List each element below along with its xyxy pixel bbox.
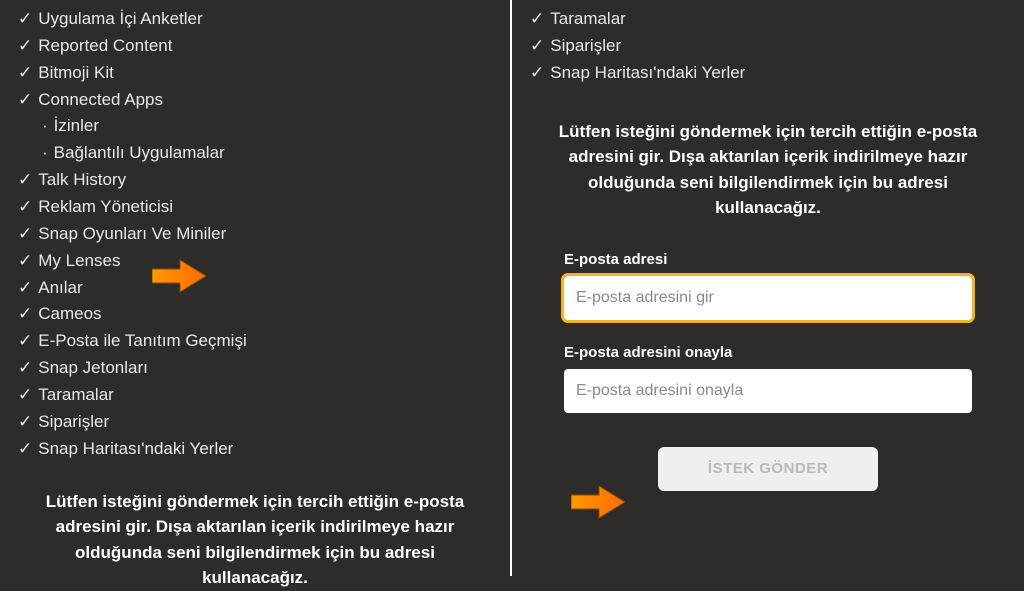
check-icon: ✓	[18, 355, 32, 382]
list-item: ✓Snap Jetonları	[18, 355, 492, 382]
list-item-label: Snap Jetonları	[38, 355, 148, 382]
list-item-label: Connected Apps	[38, 87, 163, 114]
email-field-group: E-posta adresi	[530, 251, 1006, 320]
bullet-icon: ·	[42, 116, 48, 135]
check-icon: ✓	[18, 221, 32, 248]
check-icon: ✓	[18, 87, 32, 114]
confirm-email-field-group: E-posta adresini onayla	[530, 344, 1006, 413]
list-item: ✓Anılar	[18, 275, 492, 302]
confirm-email-input[interactable]	[564, 369, 972, 413]
email-input[interactable]	[564, 276, 972, 320]
list-item: ✓Snap Haritası'ndaki Yerler	[530, 60, 1006, 87]
check-icon: ✓	[18, 167, 32, 194]
list-item-label: Reported Content	[38, 33, 172, 60]
list-item-label: E-Posta ile Tanıtım Geçmişi	[38, 328, 246, 355]
list-item: ✓Bitmoji Kit	[18, 60, 492, 87]
check-icon: ✓	[18, 275, 32, 302]
list-item-label: Snap Oyunları Ve Miniler	[38, 221, 226, 248]
check-icon: ✓	[18, 6, 32, 33]
list-item: ✓Connected Apps	[18, 87, 492, 114]
list-item: ✓My Lenses	[18, 248, 492, 275]
list-item: ✓Taramalar	[530, 6, 1006, 33]
list-item-label: Taramalar	[38, 382, 114, 409]
data-types-list-right: ✓Taramalar✓Siparişler✓Snap Haritası'ndak…	[530, 6, 1006, 87]
list-item: ✓Siparişler	[530, 33, 1006, 60]
list-item-label: Siparişler	[38, 409, 109, 436]
list-item-label: Siparişler	[550, 33, 621, 60]
check-icon: ✓	[18, 60, 32, 87]
list-item: ✓E-Posta ile Tanıtım Geçmişi	[18, 328, 492, 355]
list-sub-item: · Bağlantılı Uygulamalar	[18, 140, 492, 167]
list-item: ✓Reported Content	[18, 33, 492, 60]
list-item-label: Cameos	[38, 301, 101, 328]
check-icon: ✓	[18, 301, 32, 328]
bullet-icon: ·	[42, 143, 48, 162]
list-item: ✓Reklam Yöneticisi	[18, 194, 492, 221]
check-icon: ✓	[530, 33, 544, 60]
list-item-label: My Lenses	[38, 248, 120, 275]
list-item: ✓Uygulama İçi Anketler	[18, 6, 492, 33]
instruction-text-right: Lütfen isteğini göndermek için tercih et…	[530, 119, 1006, 221]
list-item-label: Talk History	[38, 167, 126, 194]
submit-request-button[interactable]: İSTEK GÖNDER	[658, 447, 878, 491]
list-item-label: Uygulama İçi Anketler	[38, 6, 202, 33]
highlight-arrow-icon	[571, 484, 625, 520]
highlight-arrow-icon	[152, 258, 206, 294]
list-item-label: Reklam Yöneticisi	[38, 194, 173, 221]
list-item: ✓Cameos	[18, 301, 492, 328]
data-types-list-left: ✓Uygulama İçi Anketler✓Reported Content✓…	[18, 6, 492, 463]
check-icon: ✓	[530, 60, 544, 87]
list-item-label: Taramalar	[550, 6, 626, 33]
check-icon: ✓	[18, 436, 32, 463]
left-panel: ✓Uygulama İçi Anketler✓Reported Content✓…	[0, 0, 512, 576]
list-item-label: İzinler	[54, 116, 99, 135]
list-item: ✓Siparişler	[18, 409, 492, 436]
list-item: ✓Taramalar	[18, 382, 492, 409]
list-item-label: Snap Haritası'ndaki Yerler	[38, 436, 233, 463]
check-icon: ✓	[18, 33, 32, 60]
check-icon: ✓	[18, 248, 32, 275]
confirm-email-label: E-posta adresini onayla	[564, 344, 972, 361]
check-icon: ✓	[18, 328, 32, 355]
check-icon: ✓	[18, 382, 32, 409]
list-item: ✓Snap Oyunları Ve Miniler	[18, 221, 492, 248]
list-item-label: Bitmoji Kit	[38, 60, 114, 87]
email-label: E-posta adresi	[564, 251, 972, 268]
check-icon: ✓	[18, 194, 32, 221]
list-item-label: Bağlantılı Uygulamalar	[54, 143, 225, 162]
list-item-label: Anılar	[38, 275, 82, 302]
instruction-text-left: Lütfen isteğini göndermek için tercih et…	[18, 489, 492, 591]
check-icon: ✓	[530, 6, 544, 33]
list-sub-item: · İzinler	[18, 113, 492, 140]
list-item: ✓Snap Haritası'ndaki Yerler	[18, 436, 492, 463]
list-item: ✓Talk History	[18, 167, 492, 194]
list-item-label: Snap Haritası'ndaki Yerler	[550, 60, 745, 87]
check-icon: ✓	[18, 409, 32, 436]
